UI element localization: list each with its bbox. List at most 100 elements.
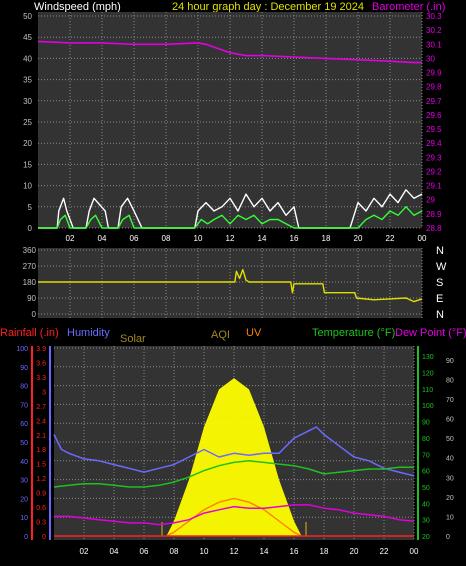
rain-tick-label: 2.4 bbox=[36, 418, 46, 425]
rain-tick-label: 2.1 bbox=[36, 433, 46, 440]
barometer-tick-label: 29.9 bbox=[426, 69, 442, 78]
humidity-tick-label: 50 bbox=[20, 440, 28, 447]
rain-tick-label: 3.6 bbox=[36, 360, 46, 367]
legend-dewpoint: Dew Point (°F) bbox=[395, 327, 466, 339]
temperature-tick-label: 100 bbox=[422, 403, 434, 410]
hour-tick-label: 22 bbox=[380, 547, 389, 556]
direction-degree-label: 90 bbox=[27, 294, 36, 303]
hour-tick-label: 08 bbox=[170, 547, 179, 556]
rain-tick-label: 3.9 bbox=[36, 346, 46, 353]
windspeed-axis-label: Windspeed (mph) bbox=[34, 1, 121, 13]
hour-tick-label: 02 bbox=[80, 547, 89, 556]
rain-tick-label: 1.8 bbox=[36, 447, 46, 454]
rain-tick-label: 2.7 bbox=[36, 404, 46, 411]
temperature-tick-label: 50 bbox=[422, 485, 430, 492]
windspeed-tick-label: 15 bbox=[23, 160, 32, 169]
temperature-tick-label: 30 bbox=[422, 518, 430, 525]
temperature-tick-label: 130 bbox=[422, 354, 434, 361]
barometer-tick-label: 28.9 bbox=[426, 210, 442, 219]
rain-tick-label: 0.6 bbox=[36, 505, 46, 512]
hour-tick-label: 02 bbox=[66, 234, 75, 243]
uv-tick-label: 80 bbox=[446, 377, 454, 384]
windspeed-tick-label: 10 bbox=[23, 182, 32, 191]
uv-tick-label: 30 bbox=[446, 475, 454, 482]
graph-title: 24 hour graph day : December 19 2024 bbox=[172, 1, 364, 13]
rain-tick-label: 1.5 bbox=[36, 462, 46, 469]
uv-tick-label: 10 bbox=[446, 514, 454, 521]
legend-rainfall: Rainfall (.in) bbox=[0, 327, 59, 339]
temperature-tick-label: 70 bbox=[422, 452, 430, 459]
hour-tick-label: 04 bbox=[110, 547, 119, 556]
direction-degree-label: 180 bbox=[23, 278, 37, 287]
compass-label: E bbox=[436, 293, 443, 305]
barometer-tick-label: 29.6 bbox=[426, 111, 442, 120]
barometer-tick-label: 30 bbox=[426, 54, 435, 63]
rain-tick-label: 0.3 bbox=[36, 520, 46, 527]
hour-tick-label: 12 bbox=[226, 234, 235, 243]
hour-tick-label: 18 bbox=[322, 234, 331, 243]
temperature-tick-label: 60 bbox=[422, 469, 430, 476]
humidity-tick-label: 30 bbox=[20, 478, 28, 485]
windspeed-tick-label: 0 bbox=[28, 224, 33, 233]
humidity-tick-label: 100 bbox=[16, 346, 28, 353]
hour-tick-label: 10 bbox=[194, 234, 203, 243]
hour-tick-label: 20 bbox=[354, 234, 363, 243]
direction-degree-label: 360 bbox=[23, 246, 37, 255]
windspeed-tick-label: 35 bbox=[23, 76, 32, 85]
hour-tick-label: 12 bbox=[230, 547, 239, 556]
hour-tick-label: 16 bbox=[290, 547, 299, 556]
hour-tick-label: 10 bbox=[200, 547, 209, 556]
humidity-tick-label: 20 bbox=[20, 496, 28, 503]
barometer-tick-label: 30.2 bbox=[426, 26, 442, 35]
compass-label: S bbox=[436, 277, 443, 289]
humidity-tick-label: 0 bbox=[24, 534, 28, 541]
rain-tick-label: 3.3 bbox=[36, 375, 46, 382]
direction-degree-label: 270 bbox=[23, 262, 37, 271]
compass-label: W bbox=[436, 261, 447, 273]
barometer-tick-label: 29.8 bbox=[426, 83, 442, 92]
legend-aqi: AQI bbox=[211, 329, 230, 341]
hour-tick-label: 18 bbox=[320, 547, 329, 556]
barometer-tick-label: 30.1 bbox=[426, 40, 442, 49]
windspeed-tick-label: 30 bbox=[23, 97, 32, 106]
hour-tick-label: 00 bbox=[418, 234, 427, 243]
windspeed-tick-label: 25 bbox=[23, 118, 32, 127]
temperature-tick-label: 40 bbox=[422, 501, 430, 508]
humidity-tick-label: 10 bbox=[20, 515, 28, 522]
temperature-tick-label: 20 bbox=[422, 534, 430, 541]
rain-tick-label: 1.2 bbox=[36, 476, 46, 483]
humidity-tick-label: 70 bbox=[20, 402, 28, 409]
hour-tick-label: 22 bbox=[386, 234, 395, 243]
temperature-tick-label: 90 bbox=[422, 420, 430, 427]
rain-tick-label: 0.9 bbox=[36, 491, 46, 498]
rain-tick-label: 3 bbox=[42, 389, 46, 396]
direction-panel bbox=[38, 248, 422, 318]
humidity-tick-label: 90 bbox=[20, 365, 28, 372]
windspeed-tick-label: 45 bbox=[23, 33, 32, 42]
windspeed-tick-label: 50 bbox=[23, 12, 32, 21]
uv-tick-label: 20 bbox=[446, 495, 454, 502]
windspeed-tick-label: 20 bbox=[23, 139, 32, 148]
direction-degree-label: 0 bbox=[32, 310, 37, 319]
weather-graph-stage: Windspeed (mph) 24 hour graph day : Dece… bbox=[0, 0, 466, 566]
barometer-tick-label: 29.1 bbox=[426, 182, 442, 191]
humidity-tick-label: 80 bbox=[20, 384, 28, 391]
compass-label: N bbox=[436, 309, 444, 321]
uv-tick-label: 70 bbox=[446, 397, 454, 404]
compass-label: N bbox=[436, 245, 444, 257]
uv-tick-label: 60 bbox=[446, 417, 454, 424]
hour-tick-label: 04 bbox=[98, 234, 107, 243]
windspeed-tick-label: 5 bbox=[28, 203, 33, 212]
hour-tick-label: 08 bbox=[162, 234, 171, 243]
hour-tick-label: 00 bbox=[410, 547, 419, 556]
humidity-tick-label: 60 bbox=[20, 421, 28, 428]
windspeed-tick-label: 40 bbox=[23, 54, 32, 63]
barometer-tick-label: 29.3 bbox=[426, 153, 442, 162]
legend-humidity: Humidity bbox=[67, 327, 110, 339]
uv-tick-label: 50 bbox=[446, 436, 454, 443]
barometer-tick-label: 29.2 bbox=[426, 167, 442, 176]
hour-tick-label: 06 bbox=[130, 234, 139, 243]
barometer-tick-label: 28.8 bbox=[426, 224, 442, 233]
hour-tick-label: 20 bbox=[350, 547, 359, 556]
hour-tick-label: 16 bbox=[290, 234, 299, 243]
